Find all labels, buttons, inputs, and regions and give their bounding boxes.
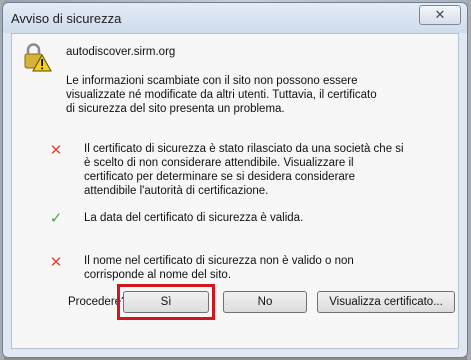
site-url: autodiscover.sirm.org [66,46,176,58]
no-button[interactable]: No [223,291,307,313]
view-certificate-button[interactable]: Visualizza certificato... [317,291,455,313]
info-line: visualizzate né modificate da altri uten… [66,89,377,101]
info-line: di sicurezza del sito presenta un proble… [66,103,285,115]
ok-check-icon: ✓ [49,210,63,227]
close-icon: ✕ [434,7,446,22]
security-warning-dialog: Avviso di sicurezza ✕ autodiscover.sirm.… [2,2,468,358]
check-line: Il nome nel certificato di sicurezza non… [84,255,354,267]
check-line: certificato per determinare se si deside… [84,171,356,183]
fail-x-icon: ✕ [49,254,63,271]
info-line: Le informazioni scambiate con il sito no… [66,75,358,87]
check-line: La data del certificato di sicurezza è v… [84,212,304,224]
yes-button[interactable]: Sì [123,291,209,313]
close-button[interactable]: ✕ [419,5,461,25]
check-untrusted-issuer: Il certificato di sicurezza è stato rila… [84,142,450,198]
dialog-title: Avviso di sicurezza [11,11,122,26]
check-line: corrisponde al nome del sito. [84,269,232,281]
check-date-valid: La data del certificato di sicurezza è v… [84,211,450,225]
lock-warning-icon [24,43,52,72]
check-line: attendibile l'autorità di certificazione… [84,185,269,197]
fail-x-icon: ✕ [49,142,63,159]
check-name-mismatch: Il nome nel certificato di sicurezza non… [84,254,450,282]
check-line: Il certificato di sicurezza è stato rila… [84,143,404,155]
check-line: è scelto di non considerare attendibile.… [84,157,354,169]
title-bar: Avviso di sicurezza ✕ [3,3,467,33]
info-text: Le informazioni scambiate con il sito no… [66,74,446,116]
